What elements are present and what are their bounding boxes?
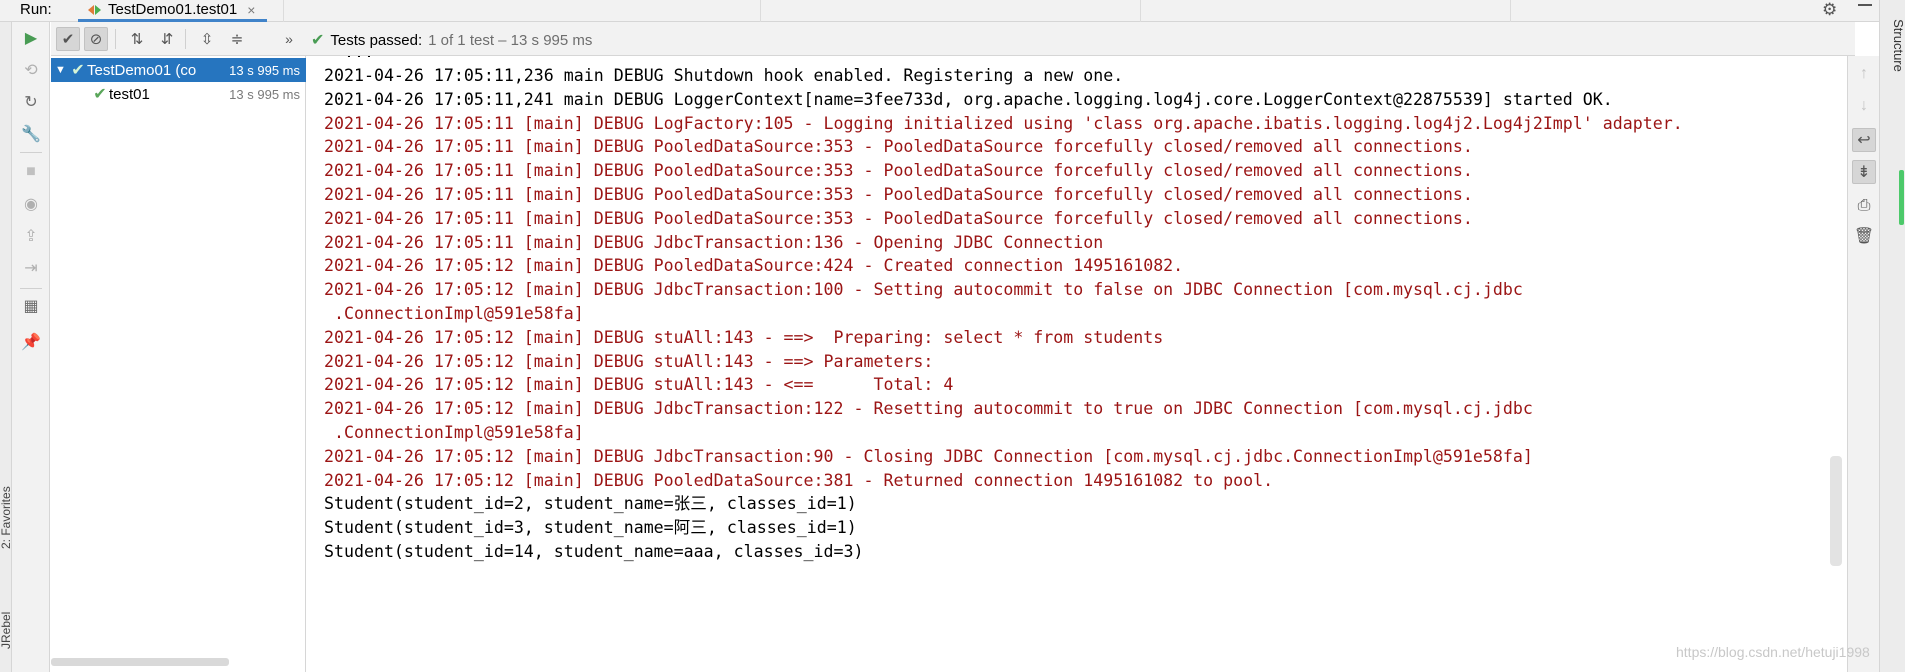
test-results-toolbar: ✔ ⊘ ⇅ ⇵ ⇳ ≑ » ✔ Tests passed: 1 of 1 tes…: [51, 22, 1855, 56]
console-line: 2021-04-26 17:05:12 [main] DEBUG JdbcTra…: [324, 399, 1533, 419]
console-line: Student(student_id=14, student_name=aaa,…: [324, 542, 864, 561]
passed-check-icon: ✔: [71, 62, 85, 79]
gear-icon[interactable]: ⚙: [1822, 0, 1837, 20]
console-line: 2021-04-26 17:05:11 [main] DEBUG PooledD…: [324, 185, 1473, 204]
divider: [185, 29, 186, 49]
soft-wrap-icon[interactable]: ↩: [1852, 128, 1876, 152]
console-vertical-scrollbar[interactable]: [1830, 456, 1842, 566]
divider: [1510, 0, 1511, 22]
scroll-to-end-icon[interactable]: ⇟: [1852, 160, 1876, 184]
console-partial-line: ...: [324, 56, 374, 61]
run-tool-window-header: Run: TestDemo01.test01 × ⚙: [0, 0, 1905, 22]
console-line: .ConnectionImpl@591e58fa]: [324, 423, 584, 442]
console-line: 2021-04-26 17:05:12 [main] DEBUG stuAll:…: [324, 351, 944, 371]
console-line: 2021-04-26 17:05:11 [main] DEBUG PooledD…: [324, 208, 1473, 228]
tree-row-name: TestDemo01 (co: [87, 61, 197, 79]
console-line: 2021-04-26 17:05:11 [main] DEBUG JdbcTra…: [324, 232, 1104, 252]
trash-icon[interactable]: 🗑: [1852, 224, 1876, 248]
console-line: 2021-04-26 17:05:11 [main] DEBUG PooledD…: [324, 161, 1473, 181]
test-status: ✔ Tests passed: 1 of 1 test – 13 s 995 m…: [311, 30, 592, 50]
tree-row-name: test01: [109, 85, 150, 103]
console-line: 2021-04-26 17:05:11,241 main DEBUG Logge…: [324, 89, 1613, 109]
junit-config-icon: [88, 3, 102, 17]
console-line: 2021-04-26 17:05:12 [main] DEBUG PooledD…: [324, 256, 1184, 276]
run-configuration-tab[interactable]: TestDemo01.test01 ×: [78, 0, 268, 22]
status-counts: 1 of 1 test – 13 s 995 ms: [428, 31, 593, 49]
status-passed-label: Tests passed:: [330, 31, 423, 49]
divider: [1140, 0, 1141, 22]
export-icon[interactable]: ⇪: [21, 226, 41, 246]
divider: [283, 0, 284, 22]
console-line: 2021-04-26 17:05:12 [main] DEBUG stuAll:…: [324, 375, 954, 395]
console-line: 2021-04-26 17:05:12 [main] DEBUG PooledD…: [324, 470, 1274, 490]
tree-row-time: 13 s 995 ms: [229, 86, 300, 102]
console-line: 2021-04-26 17:05:12 [main] DEBUG stuAll:…: [324, 327, 1164, 347]
more-actions-button[interactable]: »: [277, 27, 301, 51]
sort-duration-icon[interactable]: ⇵: [155, 27, 179, 51]
close-tab-icon[interactable]: ×: [247, 2, 255, 18]
rerun-failed-icon[interactable]: ⟲: [21, 60, 41, 80]
watermark: https://blog.csdn.net/hetuji1998: [1676, 644, 1870, 660]
up-arrow-icon[interactable]: ↑: [1852, 62, 1876, 86]
divider: [20, 288, 42, 289]
tree-row-testdemo01[interactable]: ▼ ✔ TestDemo01 (co 13 s 995 ms: [51, 58, 306, 82]
left-edge-strip: 2: Favorites JRebel: [0, 22, 13, 672]
console-right-toolbar: ↑ ↓ ↩ ⇟ ⎙ 🗑: [1847, 56, 1879, 672]
console-line: 2021-04-26 17:05:11 [main] DEBUG PooledD…: [324, 137, 1473, 157]
divider: [115, 29, 116, 49]
tree-row-test01[interactable]: ✔ test01 13 s 995 ms: [51, 82, 306, 106]
show-passed-icon[interactable]: ✔: [56, 27, 80, 51]
expand-all-icon[interactable]: ⇳: [195, 27, 219, 51]
import-icon[interactable]: ⇥: [21, 258, 41, 278]
wrench-icon[interactable]: 🔧: [21, 124, 41, 144]
collapse-all-icon[interactable]: ≑: [225, 27, 249, 51]
run-left-toolbar: ▶ ⟲ ↻ 🔧 ■ ◉ ⇪ ⇥ ▦ 📌: [12, 22, 50, 672]
console-line: 2021-04-26 17:05:11,236 main DEBUG Shutd…: [324, 66, 1124, 85]
test-tree: ▼ ✔ TestDemo01 (co 13 s 995 ms ✔ test01 …: [51, 56, 306, 672]
console-line: 2021-04-26 17:05:11 [main] DEBUG LogFact…: [324, 113, 1683, 133]
tab-title: TestDemo01.test01: [108, 1, 238, 18]
right-edge-strip: Structure: [1879, 0, 1905, 672]
divider: [760, 0, 761, 22]
run-label: Run:: [20, 1, 52, 18]
console-line: 2021-04-26 17:05:12 [main] DEBUG JdbcTra…: [324, 280, 1523, 300]
run-icon[interactable]: ▶: [21, 28, 41, 48]
console-line: 2021-04-26 17:05:12 [main] DEBUG JdbcTra…: [324, 446, 1533, 466]
chevron-down-icon[interactable]: ▼: [55, 64, 69, 76]
status-indicator-bar: [1899, 170, 1904, 225]
print-icon[interactable]: ⎙: [1852, 194, 1876, 218]
structure-tab[interactable]: Structure: [1891, 19, 1905, 72]
console-output[interactable]: ... 2021-04-26 17:05:11,236 main DEBUG S…: [307, 56, 1847, 672]
divider: [20, 152, 42, 153]
tree-horizontal-scrollbar[interactable]: [51, 658, 229, 666]
sort-alpha-icon[interactable]: ⇅: [125, 27, 149, 51]
down-arrow-icon[interactable]: ↓: [1852, 94, 1876, 118]
tree-row-time: 13 s 995 ms: [229, 62, 300, 78]
toggle-auto-test-icon[interactable]: ↻: [21, 92, 41, 112]
camera-icon[interactable]: ◉: [21, 194, 41, 214]
minimize-icon[interactable]: [1858, 4, 1872, 6]
pin-icon[interactable]: 📌: [21, 332, 41, 352]
layout-icon[interactable]: ▦: [21, 296, 41, 316]
console-line: Student(student_id=2, student_name=张三, c…: [324, 494, 857, 514]
console-line: .ConnectionImpl@591e58fa]: [324, 304, 584, 323]
show-ignored-icon[interactable]: ⊘: [84, 27, 108, 51]
passed-check-icon: ✔: [93, 86, 107, 103]
console-line: Student(student_id=3, student_name=阿三, c…: [324, 518, 857, 538]
check-icon: ✔: [311, 32, 325, 49]
stop-icon[interactable]: ■: [21, 162, 41, 182]
